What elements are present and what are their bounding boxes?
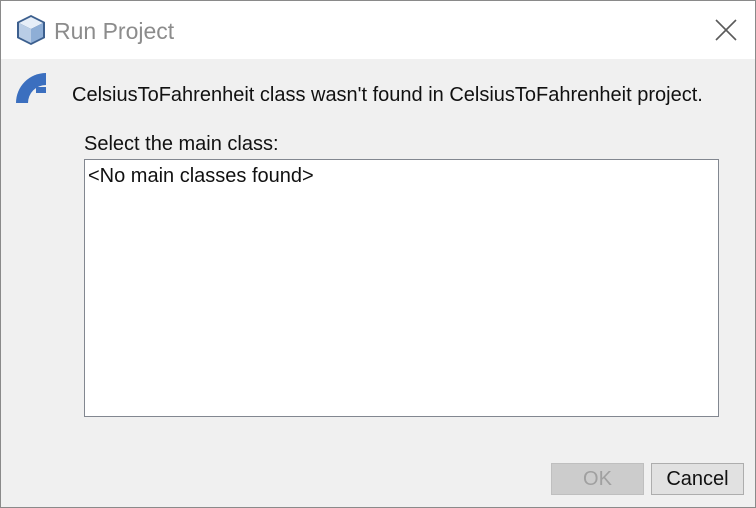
title-bar[interactable]: Run Project	[1, 1, 755, 59]
netbeans-cube-icon	[17, 15, 45, 45]
close-icon	[715, 19, 737, 41]
select-main-class-label: Select the main class:	[84, 133, 279, 155]
list-item: <No main classes found>	[88, 165, 314, 187]
cancel-button[interactable]: Cancel	[651, 463, 744, 495]
main-class-list[interactable]: <No main classes found>	[84, 159, 719, 417]
close-button[interactable]	[697, 1, 755, 59]
window-title: Run Project	[54, 18, 175, 44]
run-project-dialog: Run Project CelsiusToFahrenheit class wa…	[0, 0, 756, 508]
ok-button[interactable]: OK	[551, 463, 644, 495]
netbeans-logo-icon	[16, 73, 46, 103]
error-message: CelsiusToFahrenheit class wasn't found i…	[72, 84, 703, 106]
